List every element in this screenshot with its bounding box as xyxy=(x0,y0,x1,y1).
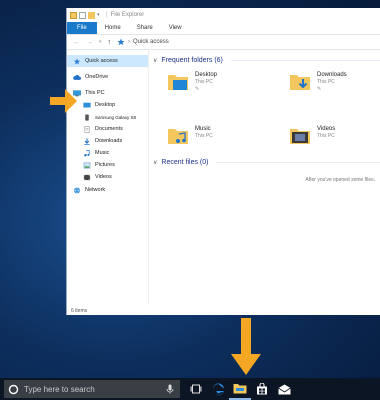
documents-icon xyxy=(84,125,90,133)
address-bar: ← → ▾ ↑ › Quick access xyxy=(67,35,380,50)
music-folder-icon xyxy=(168,129,188,144)
title-separator: | xyxy=(106,12,108,18)
pictures-icon xyxy=(83,162,91,168)
recent-files-title: Recent files (0) xyxy=(161,158,209,166)
frequent-folders-header[interactable]: ∨ Frequent folders (6) xyxy=(149,54,380,66)
search-placeholder: Type here to search xyxy=(24,384,95,394)
videos-folder-icon xyxy=(290,129,310,144)
nav-downloads[interactable]: Downloads xyxy=(67,135,148,147)
nav-desktop[interactable]: Desktop xyxy=(67,99,148,111)
cortana-circle-icon xyxy=(8,384,19,394)
quick-access-toolbar: ▾ xyxy=(70,11,102,19)
download-icon xyxy=(84,137,90,145)
desktop-icon xyxy=(83,102,91,107)
taskbar: Type here to search xyxy=(0,378,380,400)
downloads-folder-icon xyxy=(290,75,310,90)
chevron-down-icon: ∨ xyxy=(153,57,158,64)
folder-downloads[interactable]: Downloads This PC ✎ xyxy=(289,72,347,92)
header-divider xyxy=(216,161,380,163)
nav-samsung-galaxy[interactable]: Samsung Galaxy S8 xyxy=(67,111,148,123)
star-icon xyxy=(73,57,81,64)
forward-arrow-icon[interactable]: → xyxy=(86,39,93,46)
nav-label: Quick access xyxy=(85,58,118,64)
cloud-icon xyxy=(73,74,81,80)
header-divider xyxy=(230,59,380,61)
nav-onedrive[interactable]: OneDrive xyxy=(67,71,148,83)
arrow-pointing-down-icon xyxy=(231,318,261,375)
nav-label: OneDrive xyxy=(85,74,109,80)
nav-network[interactable]: Network xyxy=(67,184,148,196)
store-icon[interactable] xyxy=(251,378,273,400)
tab-share[interactable]: Share xyxy=(129,22,161,34)
nav-label: Videos xyxy=(95,174,112,180)
file-explorer-taskbar-icon[interactable] xyxy=(229,378,251,400)
network-icon xyxy=(74,186,80,194)
explorer-folder-icon[interactable] xyxy=(70,11,77,19)
folder-location: This PC xyxy=(317,133,335,139)
pin-icon: ✎ xyxy=(195,86,200,92)
nav-label: Network xyxy=(85,187,106,193)
recent-empty-message: After you've opened some files, xyxy=(305,177,375,183)
tab-file[interactable]: File xyxy=(67,22,97,34)
folder-desktop[interactable]: Desktop This PC ✎ xyxy=(167,72,217,92)
nav-this-pc[interactable]: This PC xyxy=(67,87,148,99)
navigation-pane: Quick access OneDrive This PC Desktop Sa… xyxy=(67,50,149,305)
nav-label: Music xyxy=(95,150,110,156)
nav-label: Documents xyxy=(95,126,123,132)
nav-quick-access[interactable]: Quick access xyxy=(67,55,148,67)
nav-pictures[interactable]: Pictures xyxy=(67,159,148,171)
status-item-count: 6 items xyxy=(71,308,88,314)
window-title: File Explorer xyxy=(110,12,145,18)
folder-videos[interactable]: Videos This PC xyxy=(289,126,335,146)
music-note-icon xyxy=(84,149,90,156)
task-view-icon[interactable] xyxy=(185,378,207,400)
mail-icon[interactable] xyxy=(273,378,295,400)
videos-icon xyxy=(83,174,91,180)
tab-view[interactable]: View xyxy=(161,22,190,34)
back-arrow-icon[interactable]: ← xyxy=(73,39,80,46)
folder-location: This PC xyxy=(195,79,213,85)
folder-name: Music xyxy=(195,126,211,132)
desktop-folder-icon xyxy=(168,75,188,90)
edge-browser-icon[interactable] xyxy=(207,378,229,400)
nav-label: This PC xyxy=(85,90,105,96)
microphone-icon[interactable] xyxy=(166,384,174,394)
properties-icon[interactable] xyxy=(79,11,86,19)
taskbar-search-box[interactable]: Type here to search xyxy=(4,380,180,398)
folder-name: Desktop xyxy=(195,72,218,78)
folder-name: Videos xyxy=(317,126,336,132)
nav-documents[interactable]: Documents xyxy=(67,123,148,135)
recent-locations-chevron-icon[interactable]: ▾ xyxy=(99,39,102,45)
tab-home[interactable]: Home xyxy=(97,22,129,34)
nav-label: Desktop xyxy=(95,102,116,108)
breadcrumb[interactable]: › Quick access xyxy=(117,38,169,46)
nav-label: Pictures xyxy=(95,162,115,168)
folder-location: This PC xyxy=(195,133,213,139)
folder-music[interactable]: Music This PC xyxy=(167,126,213,146)
nav-label: Downloads xyxy=(95,138,123,144)
new-folder-icon[interactable] xyxy=(88,11,95,19)
recent-files-header[interactable]: ∨ Recent files (0) xyxy=(149,156,380,168)
frequent-folders-title: Frequent folders (6) xyxy=(161,56,223,64)
frequent-folders-grid: Desktop This PC ✎ Downloads This PC ✎ Mu… xyxy=(149,66,380,152)
pin-icon: ✎ xyxy=(317,86,322,92)
nav-music[interactable]: Music xyxy=(67,147,148,159)
folder-name: Downloads xyxy=(317,72,347,78)
up-arrow-icon[interactable]: ↑ xyxy=(108,39,112,46)
title-bar: ▾ | File Explorer xyxy=(67,8,380,22)
nav-videos[interactable]: Videos xyxy=(67,171,148,183)
file-explorer-window: ▾ | File Explorer File Home Share View ←… xyxy=(66,8,380,315)
star-icon xyxy=(117,38,125,46)
folder-location: This PC xyxy=(317,79,335,85)
breadcrumb-quick-access[interactable]: Quick access xyxy=(133,39,169,45)
ribbon-tabs: File Home Share View xyxy=(67,22,380,35)
phone-icon xyxy=(85,113,89,121)
toolbar-chevron-down-icon[interactable]: ▾ xyxy=(97,12,102,19)
breadcrumb-separator: › xyxy=(128,39,131,45)
arrow-pointing-right-icon xyxy=(50,89,77,113)
content-pane: ∨ Frequent folders (6) Desktop This PC ✎ xyxy=(149,50,380,305)
chevron-down-icon: ∨ xyxy=(153,159,158,166)
nav-label: Samsung Galaxy S8 xyxy=(95,114,137,120)
